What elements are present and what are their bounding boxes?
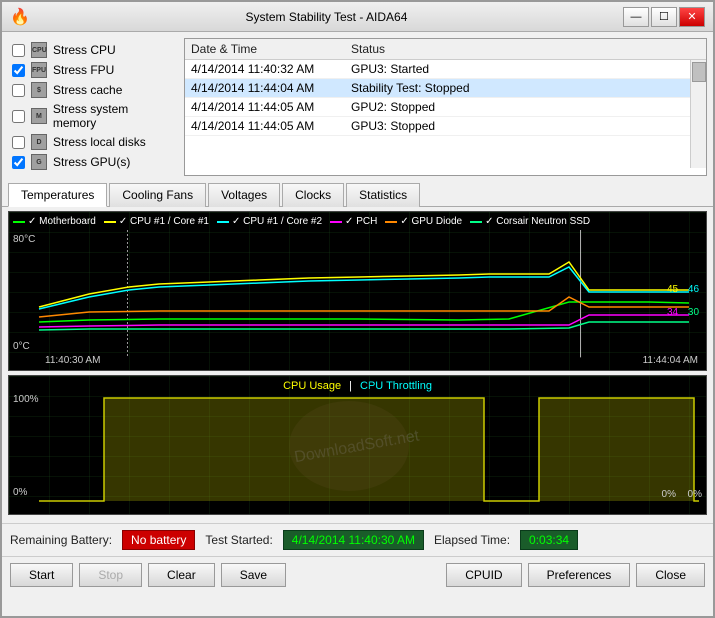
cpuid-button[interactable]: CPUID [446,563,521,587]
stress-gpu-checkbox[interactable] [12,156,25,169]
tabs-bar: Temperatures Cooling Fans Voltages Clock… [2,182,713,207]
legend-motherboard: ✓ Motherboard [13,216,96,227]
bottom-info-bar: Remaining Battery: No battery Test Start… [2,523,713,556]
legend-cpu-core2: ✓ CPU #1 / Core #2 [217,216,322,227]
legend-cpu-core1: ✓ CPU #1 / Core #1 [104,216,209,227]
battery-value: No battery [122,530,195,550]
log-status-1: Stability Test: Stopped [351,81,684,95]
stress-cpu-label: Stress CPU [53,43,116,57]
cpu-chart-svg: DownloadSoft.net [9,376,706,514]
log-header-status: Status [351,42,700,56]
tab-voltages[interactable]: Voltages [208,183,280,207]
tab-temperatures[interactable]: Temperatures [8,183,107,207]
stress-gpu-item: G Stress GPU(s) [12,154,174,170]
temp-x-left: 11:40:30 AM [45,355,100,366]
log-status-3: GPU3: Stopped [351,119,684,133]
svg-text:34: 34 [667,307,679,318]
tab-statistics[interactable]: Statistics [346,183,420,207]
stress-cache-item: $ Stress cache [12,82,174,98]
stress-disks-checkbox[interactable] [12,136,25,149]
tab-cooling-fans[interactable]: Cooling Fans [109,183,206,207]
test-started-label: Test Started: [205,533,272,547]
log-panel: Date & Time Status 4/14/2014 11:40:32 AM… [184,38,707,176]
log-row: 4/14/2014 11:44:04 AM Stability Test: St… [185,79,690,98]
stress-disks-label: Stress local disks [53,135,146,149]
temp-y-bottom: 0°C [13,341,30,352]
stress-cpu-checkbox[interactable] [12,44,25,57]
cpu-y-top: 100% [13,394,39,405]
cpu-usage-chart: CPU Usage | CPU Throttling DownloadSoft.… [8,375,707,515]
save-button[interactable]: Save [221,563,286,587]
temp-y-top: 80°C [13,234,35,245]
legend-corsair-ssd: ✓ Corsair Neutron SSD [470,216,590,227]
window-title: System Stability Test - AIDA64 [246,10,408,24]
stress-cache-label: Stress cache [53,83,122,97]
stop-button[interactable]: Stop [79,563,142,587]
stress-memory-item: M Stress system memory [12,102,174,130]
log-status-0: GPU3: Started [351,62,684,76]
stress-fpu-checkbox[interactable] [12,64,25,77]
stress-disks-item: D Stress local disks [12,134,174,150]
log-scrollbar-thumb[interactable] [692,62,706,82]
app-icon: 🔥 [10,7,30,27]
battery-label: Remaining Battery: [10,533,112,547]
temp-x-right: 11:44:04 AM [643,355,698,366]
close-button[interactable]: Close [636,563,705,587]
tab-clocks[interactable]: Clocks [282,183,344,207]
stress-fpu-item: FPU Stress FPU [12,62,174,78]
cpu-x-right2: 0% [688,489,702,500]
svg-text:46: 46 [688,284,700,295]
start-button[interactable]: Start [10,563,73,587]
legend-pch: ✓ PCH [330,216,377,227]
log-date-1: 4/14/2014 11:44:04 AM [191,81,351,95]
svg-text:30: 30 [688,307,700,318]
action-bar: Start Stop Clear Save CPUID Preferences … [2,556,713,593]
temp-chart-svg: 45 46 34 30 [9,212,706,370]
elapsed-label: Elapsed Time: [434,533,510,547]
log-date-3: 4/14/2014 11:44:05 AM [191,119,351,133]
temp-legend: ✓ Motherboard ✓ CPU #1 / Core #1 ✓ CPU #… [13,216,590,227]
preferences-button[interactable]: Preferences [528,563,631,587]
log-row: 4/14/2014 11:44:05 AM GPU2: Stopped [185,98,690,117]
stress-cache-checkbox[interactable] [12,84,25,97]
elapsed-value: 0:03:34 [520,530,578,550]
log-header-date: Date & Time [191,42,351,56]
stress-cpu-item: CPU Stress CPU [12,42,174,58]
log-date-0: 4/14/2014 11:40:32 AM [191,62,351,76]
stress-memory-checkbox[interactable] [12,110,25,123]
log-date-2: 4/14/2014 11:44:05 AM [191,100,351,114]
svg-text:45: 45 [667,284,679,295]
clear-button[interactable]: Clear [148,563,215,587]
stress-gpu-label: Stress GPU(s) [53,155,130,169]
stress-memory-label: Stress system memory [53,102,174,130]
log-row: 4/14/2014 11:44:05 AM GPU3: Stopped [185,117,690,136]
minimize-button[interactable]: — [623,7,649,27]
stress-options-panel: CPU Stress CPU FPU Stress FPU $ Stress c… [8,38,178,176]
maximize-button[interactable]: ☐ [651,7,677,27]
legend-gpu-diode: ✓ GPU Diode [385,216,462,227]
test-started-value: 4/14/2014 11:40:30 AM [283,530,424,550]
title-bar: 🔥 System Stability Test - AIDA64 — ☐ ✕ [2,2,713,32]
log-status-2: GPU2: Stopped [351,100,684,114]
log-scrollbar[interactable] [690,60,706,168]
cpu-y-bottom: 0% [13,487,27,498]
temperature-chart: ✓ Motherboard ✓ CPU #1 / Core #1 ✓ CPU #… [8,211,707,371]
cpu-x-right1: 0% [662,489,676,500]
log-row: 4/14/2014 11:40:32 AM GPU3: Started [185,60,690,79]
stress-fpu-label: Stress FPU [53,63,114,77]
titlebar-close-button[interactable]: ✕ [679,7,705,27]
